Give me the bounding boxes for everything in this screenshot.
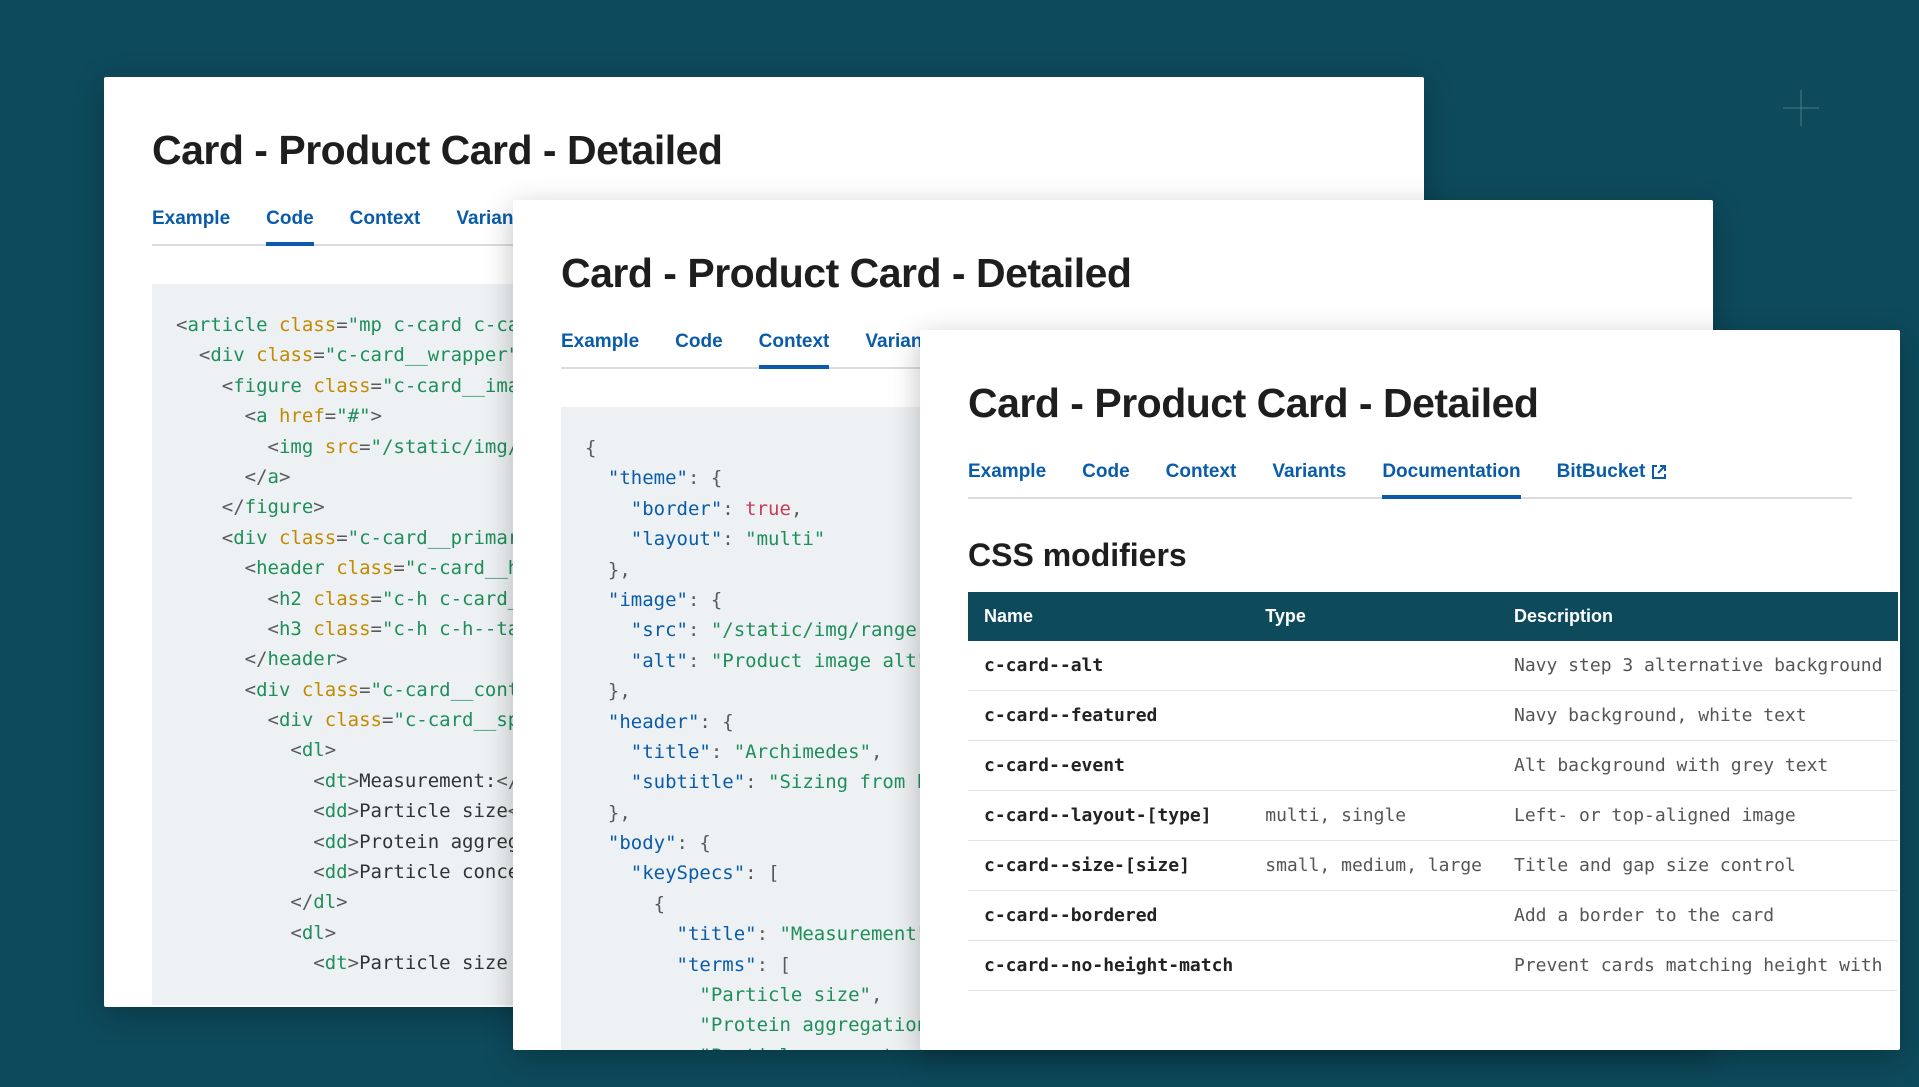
cell-type (1249, 941, 1498, 991)
cell-name: c-card--featured (968, 691, 1249, 741)
cell-type (1249, 891, 1498, 941)
table-row: c-card--bordered Add a border to the car… (968, 891, 1898, 941)
page-title: Card - Product Card - Detailed (561, 250, 1665, 297)
table-row: c-card--layout-[type] multi, single Left… (968, 791, 1898, 841)
cell-name: c-card--no-height-match (968, 941, 1249, 991)
section-heading: CSS modifiers (968, 537, 1852, 574)
page-title: Card - Product Card - Detailed (968, 380, 1852, 427)
modifiers-table: Name Type Description c-card--alt Navy s… (968, 592, 1898, 991)
cell-name: c-card--event (968, 741, 1249, 791)
cell-desc: Alt background with grey text (1498, 741, 1898, 791)
cell-desc: Prevent cards matching height with (1498, 941, 1898, 991)
tab-code[interactable]: Code (266, 208, 314, 244)
cell-type (1249, 741, 1498, 791)
tab-code[interactable]: Code (675, 331, 723, 367)
cell-type: multi, single (1249, 791, 1498, 841)
cell-type (1249, 691, 1498, 741)
col-type: Type (1249, 592, 1498, 641)
tab-bar: Example Code Context Variants Documentat… (968, 461, 1852, 499)
cell-desc: Navy background, white text (1498, 691, 1898, 741)
cell-name: c-card--bordered (968, 891, 1249, 941)
tab-variants[interactable]: Variants (1272, 461, 1346, 497)
cell-name: c-card--alt (968, 641, 1249, 691)
tab-example[interactable]: Example (152, 208, 230, 244)
cell-type: small, medium, large (1249, 841, 1498, 891)
col-name: Name (968, 592, 1249, 641)
table-row: c-card--size-[size] small, medium, large… (968, 841, 1898, 891)
plus-icon (1783, 90, 1819, 126)
tab-code[interactable]: Code (1082, 461, 1130, 497)
external-link-icon (1651, 464, 1667, 480)
table-row: c-card--event Alt background with grey t… (968, 741, 1898, 791)
tab-context[interactable]: Context (1166, 461, 1237, 497)
panel-documentation-view: Card - Product Card - Detailed Example C… (920, 330, 1900, 1050)
table-row: c-card--featured Navy background, white … (968, 691, 1898, 741)
cell-desc: Navy step 3 alternative background (1498, 641, 1898, 691)
tab-bitbucket-label: BitBucket (1557, 461, 1646, 483)
cell-desc: Add a border to the card (1498, 891, 1898, 941)
cell-name: c-card--layout-[type] (968, 791, 1249, 841)
cell-desc: Left- or top-aligned image (1498, 791, 1898, 841)
cell-desc: Title and gap size control (1498, 841, 1898, 891)
tab-context[interactable]: Context (759, 331, 830, 367)
tab-example[interactable]: Example (561, 331, 639, 367)
tab-context[interactable]: Context (350, 208, 421, 244)
tab-example[interactable]: Example (968, 461, 1046, 497)
table-row: c-card--no-height-match Prevent cards ma… (968, 941, 1898, 991)
col-description: Description (1498, 592, 1898, 641)
table-row: c-card--alt Navy step 3 alternative back… (968, 641, 1898, 691)
tab-documentation[interactable]: Documentation (1382, 461, 1520, 497)
page-title: Card - Product Card - Detailed (152, 127, 1376, 174)
tab-bitbucket[interactable]: BitBucket (1557, 461, 1668, 497)
cell-name: c-card--size-[size] (968, 841, 1249, 891)
cell-type (1249, 641, 1498, 691)
